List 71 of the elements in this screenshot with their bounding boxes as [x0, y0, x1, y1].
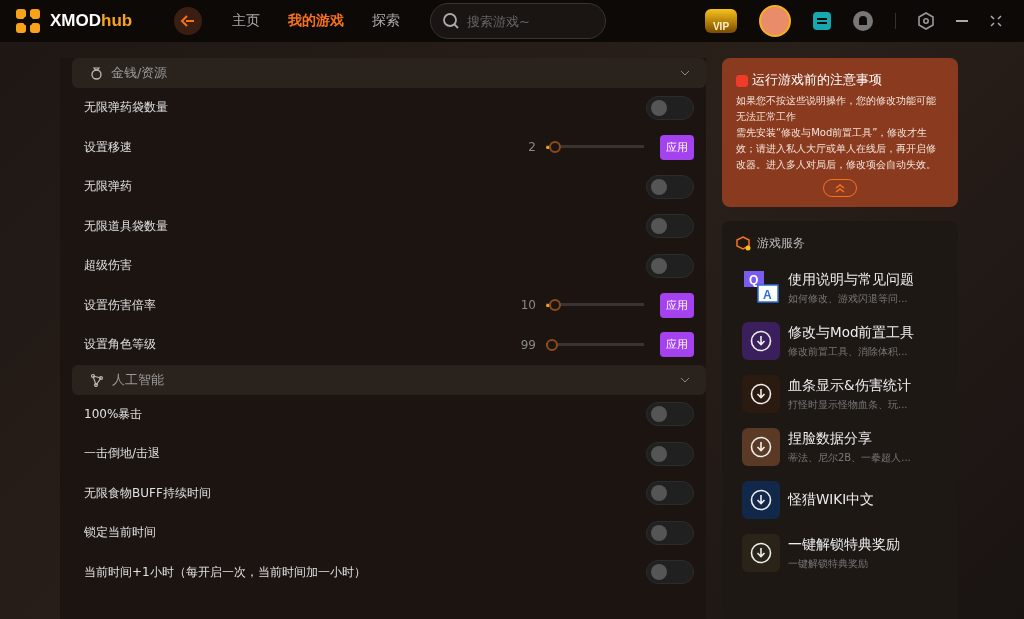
chevron-icon[interactable] [680, 70, 690, 76]
bell-icon[interactable] [853, 11, 873, 31]
double-chevron-icon [834, 183, 846, 193]
services-title: 游戏服务 [757, 235, 805, 252]
service-title: 怪猎WIKI中文 [788, 491, 875, 509]
option-label: 100%暴击 [84, 405, 144, 423]
slider-thumb[interactable] [549, 141, 562, 154]
service-title: 使用说明与常见问题 [788, 270, 914, 289]
service-item[interactable]: 怪猎WIKI中文 [736, 474, 944, 526]
toggle-switch[interactable] [646, 253, 694, 278]
slider-value: 10 [520, 298, 536, 313]
notice-title: 运行游戏前的注意事项 [752, 72, 882, 89]
service-subtitle: 修改前置工具、消除体积... [788, 344, 909, 359]
section-title: 金钱/资源 [111, 64, 168, 82]
nav-tab[interactable]: 探索 [372, 12, 400, 30]
option-label: 无限食物BUFF持续时间 [84, 484, 212, 502]
section-header[interactable]: 金钱/资源 [72, 58, 706, 88]
service-subtitle: 如何修改、游戏闪退等问... [788, 291, 909, 306]
option-label: 超级伤害 [84, 257, 133, 275]
service-title: 修改与Mod前置工具 [788, 323, 915, 342]
nav-tab[interactable]: 主页 [232, 12, 260, 30]
option-label: 设置伤害倍率 [84, 296, 157, 314]
switch-icon[interactable] [813, 12, 831, 30]
toggle-switch[interactable] [646, 214, 694, 239]
option-label: 当前时间+1小时（每开启一次，当前时间加一小时） [84, 563, 367, 581]
warning-icon [736, 74, 748, 87]
collapse-icon[interactable] [990, 15, 1002, 27]
toggle-switch[interactable] [646, 441, 694, 466]
service-item[interactable]: 血条显示&伤害统计 打怪时显示怪物血条、玩... [736, 368, 944, 420]
service-title: 血条显示&伤害统计 [788, 376, 911, 395]
chevron-icon[interactable] [680, 376, 690, 383]
arrow-icon [180, 13, 196, 29]
settings-icon[interactable] [918, 12, 934, 30]
network-icon [90, 372, 104, 387]
apply-button[interactable]: 应用 [660, 292, 694, 318]
slider-thumb[interactable] [549, 299, 562, 312]
avatar-icon[interactable] [759, 5, 791, 37]
toggle-switch[interactable] [646, 174, 694, 199]
option-label: 无限弹药袋数量 [84, 99, 169, 117]
service-title: 捏脸数据分享 [788, 429, 873, 448]
vip-badge[interactable]: VIP [705, 9, 737, 33]
service-item[interactable]: 修改与Mod前置工具 修改前置工具、消除体积... [736, 315, 944, 367]
slider-value: 99 [520, 337, 536, 352]
option-label: 设置移速 [84, 138, 133, 156]
toggle-switch[interactable] [646, 95, 694, 120]
toggle-switch[interactable] [646, 520, 694, 545]
nav-tab[interactable]: 我的游戏 [288, 12, 344, 30]
search-field[interactable]: 搜索游戏~ [430, 3, 606, 39]
toggle-switch[interactable] [646, 402, 694, 427]
box-icon [736, 236, 751, 251]
option-label: 锁定当前时间 [84, 524, 157, 542]
toggle-switch[interactable] [646, 560, 694, 585]
option-label: 无限道具袋数量 [84, 217, 169, 235]
section-title: 人工智能 [112, 370, 164, 389]
toggle-switch[interactable] [646, 481, 694, 506]
notice-text: 需先安装“修改与Mod前置工具”，修改才生效；请进入私人大厅或单人在线后，再开启修改器。进入多人对局后，修改项会自动失效。 [736, 126, 937, 172]
slider-value: 2 [528, 140, 536, 155]
back-button[interactable] [174, 7, 202, 35]
section-header[interactable]: 人工智能 [72, 364, 706, 395]
service-title: 一键解锁特典奖励 [788, 535, 900, 554]
option-label: 设置角色等级 [84, 336, 157, 354]
notice-text: 如果您不按这些说明操作，您的修改功能可能无法正常工作 [736, 94, 937, 124]
option-label: 无限弹药 [84, 178, 133, 196]
option-label: 一击倒地/击退 [84, 445, 162, 463]
apply-button[interactable]: 应用 [660, 332, 694, 358]
apply-button[interactable]: 应用 [660, 134, 694, 160]
logo-icon [14, 7, 42, 35]
service-subtitle: 打怪时显示怪物血条、玩... [788, 397, 909, 412]
service-item[interactable]: Q A 使用说明与常见问题 如何修改、游戏闪退等问... [736, 262, 944, 314]
app-logo-text: XMODhub [50, 11, 133, 31]
slider-thumb[interactable] [546, 338, 558, 351]
